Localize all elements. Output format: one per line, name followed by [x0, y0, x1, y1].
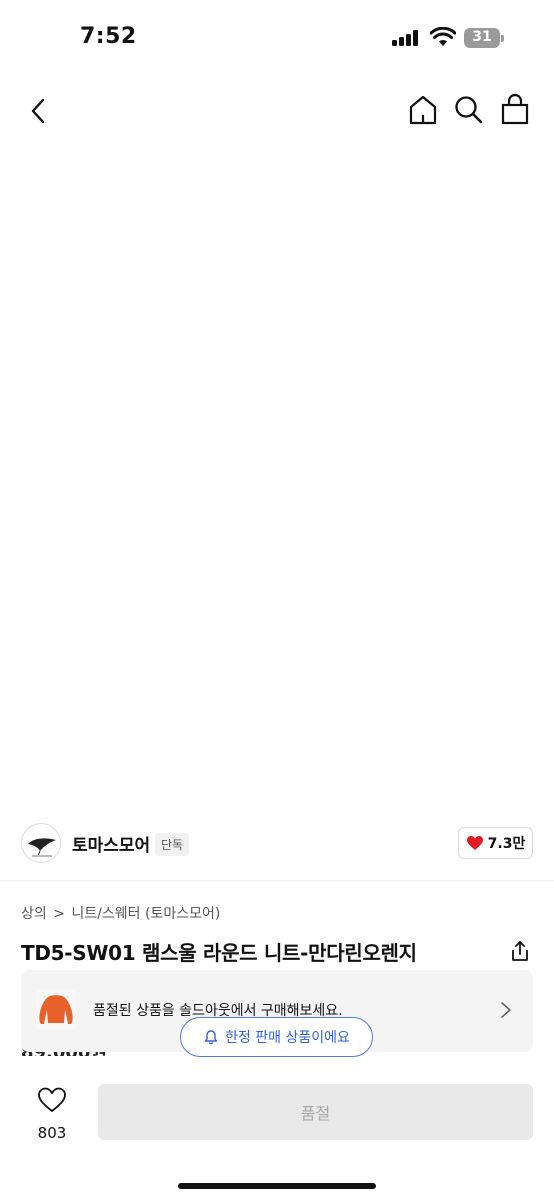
search-icon[interactable] — [452, 93, 486, 127]
chevron-right-icon — [501, 1002, 511, 1018]
brand-name[interactable]: 토마스모어 — [72, 831, 150, 856]
exclusive-badge: 단독 — [155, 833, 190, 856]
share-icon[interactable] — [508, 939, 532, 963]
wishlist-count: 803 — [37, 1124, 67, 1142]
cellular-signal-icon — [392, 30, 420, 46]
brand-row[interactable]: 토마스모어 단독 7.3만 — [0, 807, 554, 881]
limited-sale-tooltip: 한정 판매 상품이에요 — [180, 1017, 373, 1057]
status-time: 7:52 — [80, 24, 137, 49]
bottom-action-bar: 803 품절 — [0, 1060, 554, 1200]
soldout-buy-button[interactable]: 품절 — [98, 1084, 533, 1140]
brand-like-button[interactable]: 7.3만 — [458, 827, 533, 859]
brand-like-count: 7.3만 — [487, 836, 526, 852]
wifi-icon — [430, 27, 456, 46]
limited-sale-text: 한정 판매 상품이에요 — [225, 1030, 350, 1046]
battery-icon: 31 — [464, 28, 504, 48]
product-title: TD5-SW01 램스울 라운드 니트-만다린오렌지 — [21, 941, 417, 965]
breadcrumb: 상의 > 니트/스웨터 (토마스모어) — [21, 903, 222, 923]
soldout-thumbnail — [36, 990, 76, 1030]
breadcrumb-item[interactable]: 니트/스웨터 (토마스모어) — [71, 906, 220, 922]
bell-icon — [204, 1030, 218, 1045]
status-bar: 7:52 31 — [0, 0, 554, 76]
heart-filled-icon — [466, 836, 483, 850]
product-image-sweater — [60, 274, 513, 668]
top-nav — [0, 76, 554, 146]
breadcrumb-separator-icon: > — [53, 906, 65, 922]
heart-outline-icon — [38, 1087, 66, 1112]
breadcrumb-item[interactable]: 상의 — [21, 906, 47, 922]
battery-percent: 31 — [472, 29, 492, 45]
brand-logo-icon — [28, 838, 56, 857]
home-icon[interactable] — [406, 93, 440, 127]
wishlist-button[interactable]: 803 — [22, 1082, 82, 1142]
shopping-bag-icon[interactable] — [498, 93, 532, 127]
back-chevron-icon[interactable] — [22, 94, 56, 128]
brand-logo[interactable] — [21, 823, 61, 863]
home-indicator — [178, 1183, 376, 1189]
